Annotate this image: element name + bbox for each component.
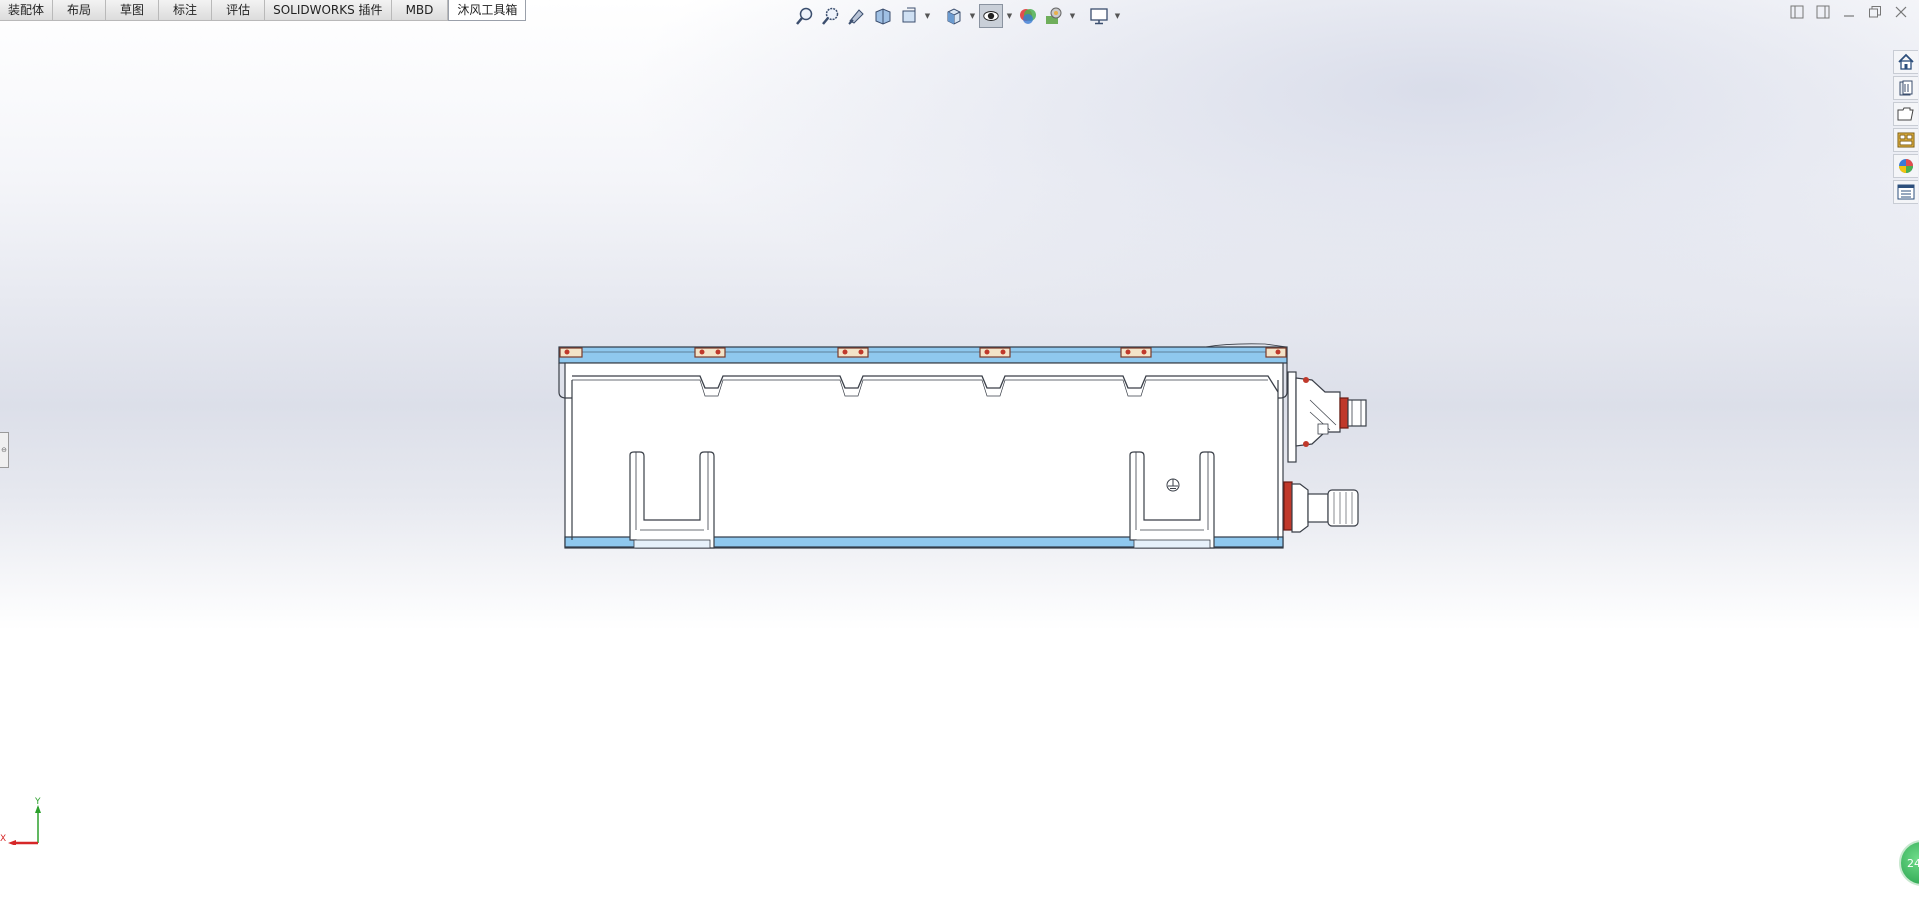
badge-text: 24 [1907, 856, 1919, 870]
ground-symbol-icon [1166, 478, 1180, 492]
reference-triad: Y X [0, 795, 50, 849]
connector-upper [1287, 371, 1367, 463]
connector-lower [1283, 481, 1359, 533]
triad-y-label: Y [35, 797, 41, 807]
model-graphics-area[interactable] [0, 0, 1919, 900]
enclosure-model[interactable] [558, 343, 1367, 549]
triad-x-label: X [0, 834, 7, 844]
